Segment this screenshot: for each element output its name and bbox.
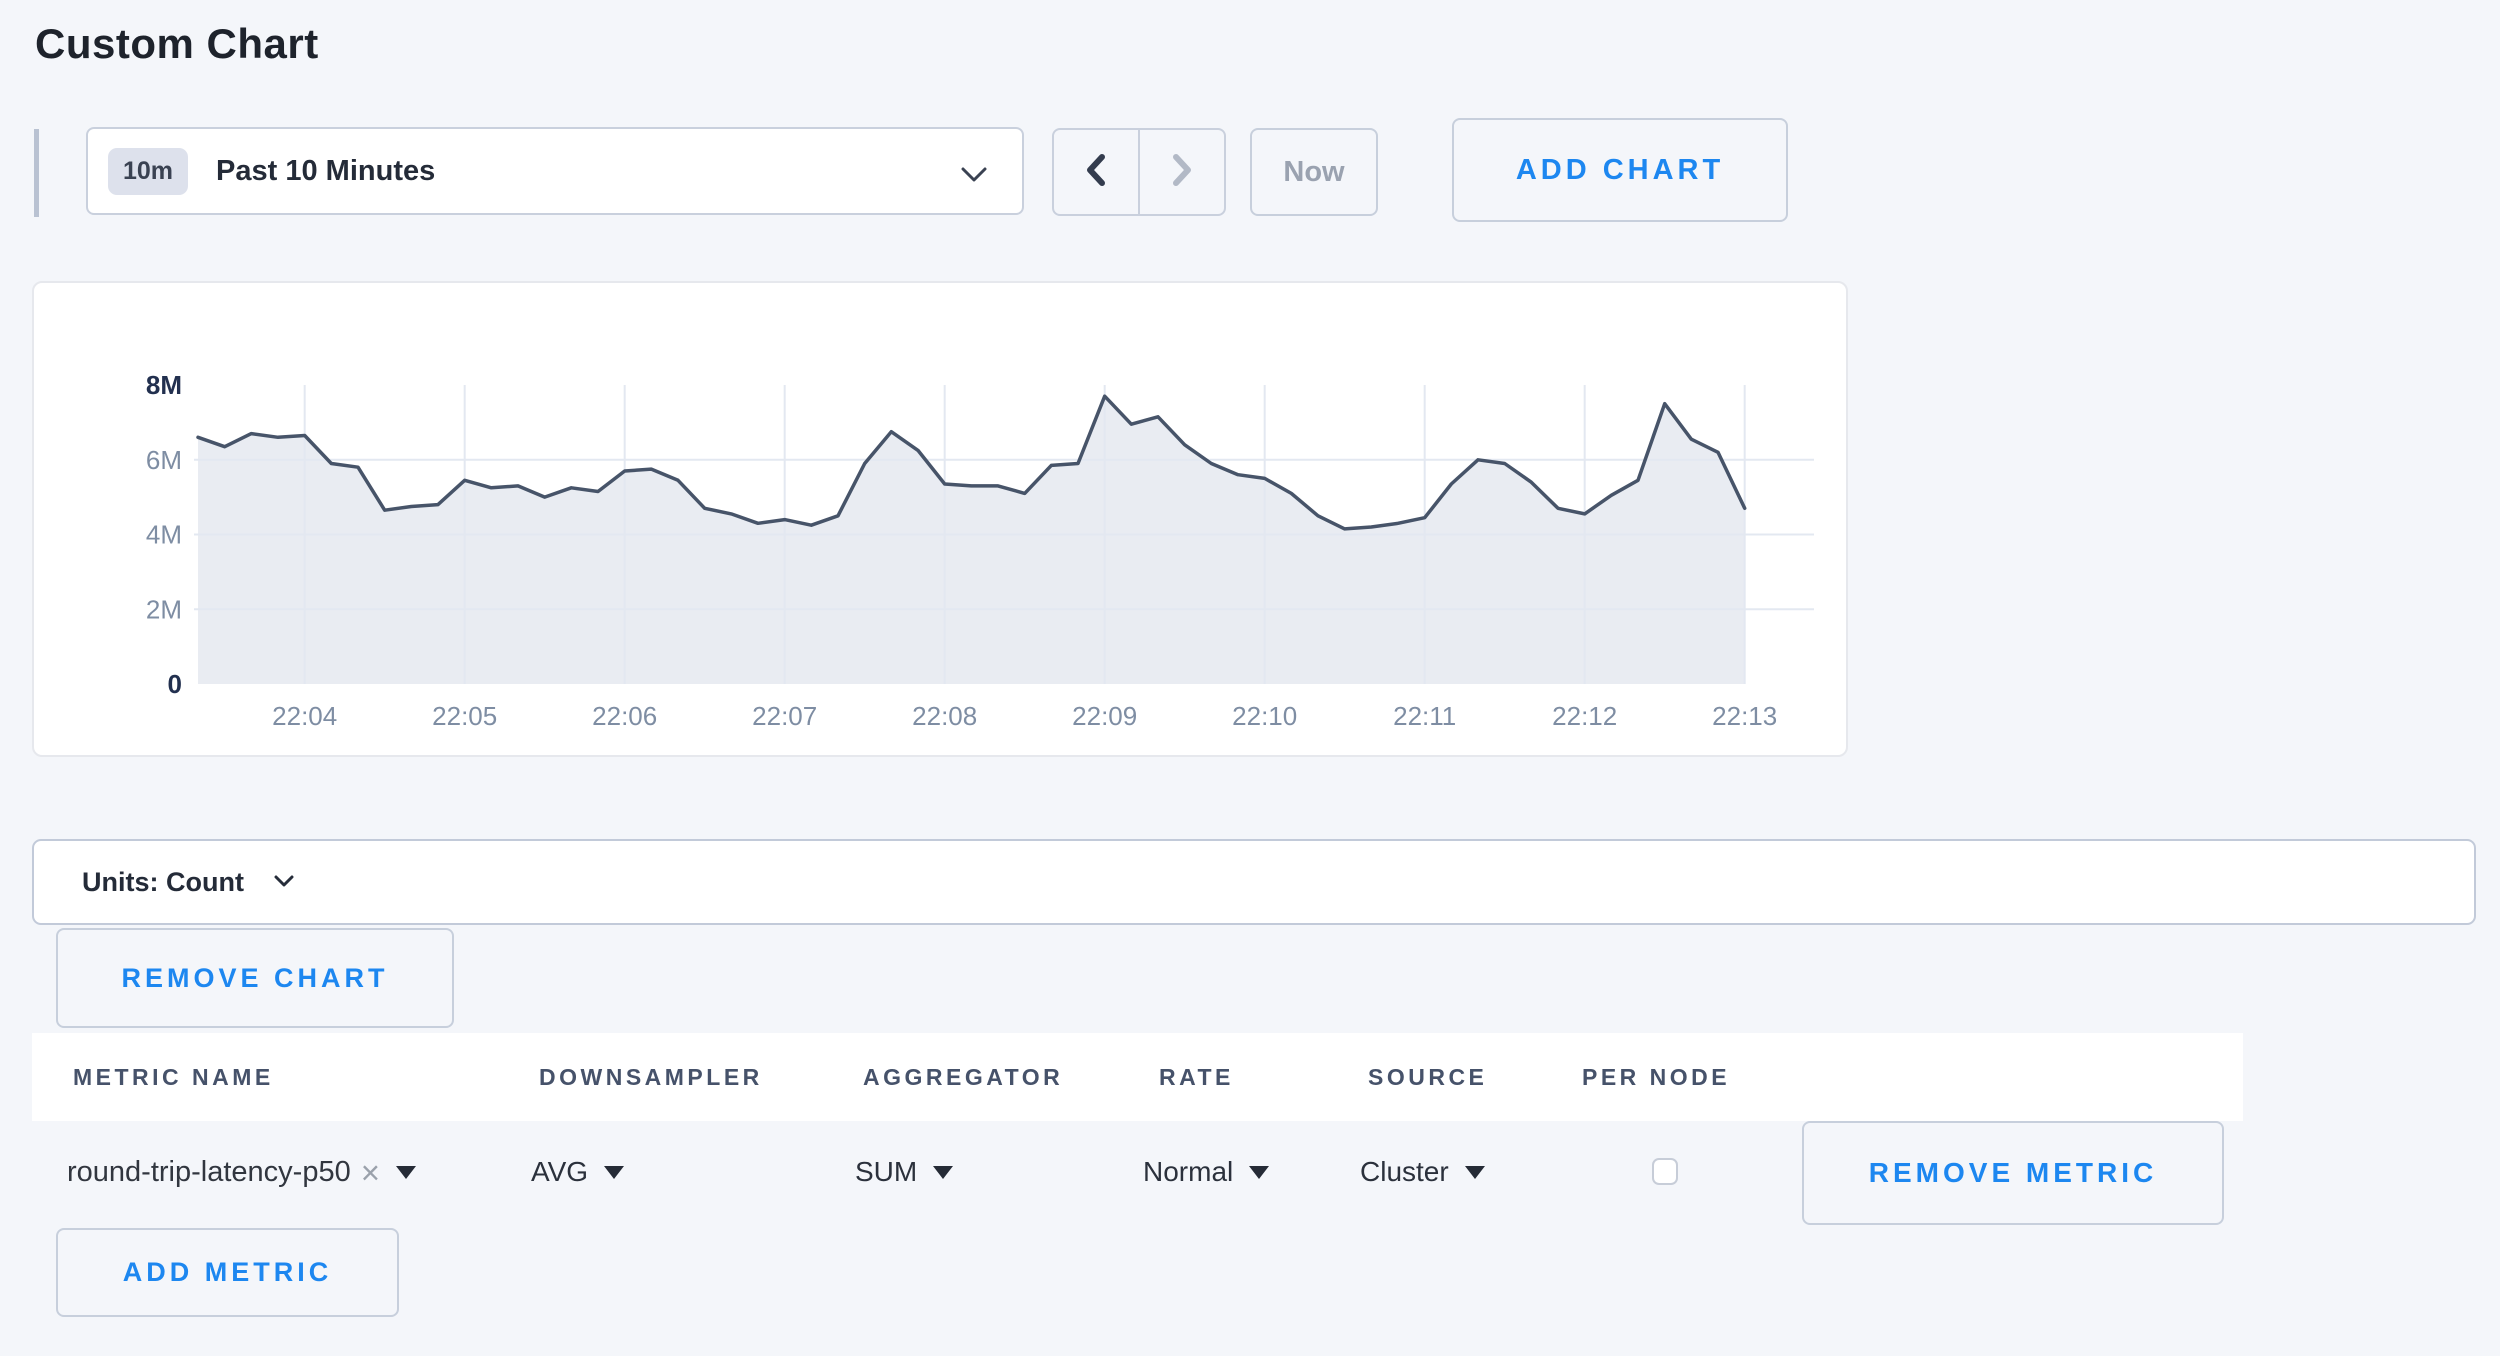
per-node-checkbox[interactable] [1652, 1158, 1678, 1185]
svg-text:6M: 6M [146, 445, 182, 475]
downsampler-dropdown[interactable]: AVG [531, 1152, 624, 1192]
metrics-table-header: METRIC NAME DOWNSAMPLER AGGREGATOR RATE … [32, 1033, 2243, 1121]
svg-text:22:12: 22:12 [1552, 701, 1617, 731]
now-button[interactable]: Now [1250, 128, 1378, 216]
col-header-metric-name: METRIC NAME [73, 1064, 274, 1091]
svg-text:22:09: 22:09 [1072, 701, 1137, 731]
svg-text:22:06: 22:06 [592, 701, 657, 731]
caret-down-icon [1249, 1166, 1269, 1179]
svg-text:0: 0 [168, 669, 182, 699]
chevron-down-icon [960, 167, 988, 188]
aggregator-value: SUM [855, 1156, 917, 1188]
chevron-right-icon [1169, 152, 1195, 193]
caret-down-icon [604, 1166, 624, 1179]
col-header-rate: RATE [1159, 1064, 1234, 1091]
rate-value: Normal [1143, 1156, 1233, 1188]
step-forward-button[interactable] [1140, 130, 1224, 214]
units-dropdown[interactable]: Units: Count [32, 839, 2476, 925]
aggregator-dropdown[interactable]: SUM [855, 1152, 953, 1192]
svg-text:2M: 2M [146, 594, 182, 624]
units-label: Units: Count [82, 867, 244, 898]
svg-text:22:05: 22:05 [432, 701, 497, 731]
caret-down-icon [1465, 1166, 1485, 1179]
svg-text:22:07: 22:07 [752, 701, 817, 731]
metric-name-dropdown[interactable]: round-trip-latency-p50 × [67, 1152, 416, 1192]
rate-dropdown[interactable]: Normal [1143, 1152, 1269, 1192]
custom-chart-page: Custom Chart 10m Past 10 Minutes Now ADD… [0, 0, 2500, 1356]
col-header-source: SOURCE [1368, 1064, 1487, 1091]
chart-card: 22:04 22:05 22:06 22:07 22:08 22:09 22:10 22:11… [32, 281, 1848, 757]
svg-text:22:11: 22:11 [1393, 701, 1456, 731]
col-header-downsampler: DOWNSAMPLER [539, 1064, 763, 1091]
time-range-label: Past 10 Minutes [216, 155, 435, 188]
toolbar-accent-divider [34, 129, 39, 217]
time-step-button-group [1052, 128, 1226, 216]
downsampler-value: AVG [531, 1156, 588, 1188]
source-value: Cluster [1360, 1156, 1449, 1188]
chevron-left-icon [1083, 152, 1109, 193]
svg-text:4M: 4M [146, 520, 182, 550]
svg-text:22:13: 22:13 [1712, 701, 1777, 731]
col-header-aggregator: AGGREGATOR [863, 1064, 1063, 1091]
col-header-per-node: PER NODE [1582, 1064, 1730, 1091]
caret-down-icon [396, 1166, 416, 1179]
timeseries-area-chart[interactable]: 22:04 22:05 22:06 22:07 22:08 22:09 22:10 22:11… [34, 283, 1846, 755]
add-metric-button[interactable]: ADD METRIC [56, 1228, 399, 1317]
svg-text:8M: 8M [146, 370, 182, 400]
metric-name-value: round-trip-latency-p50 [67, 1156, 351, 1189]
add-chart-button[interactable]: ADD CHART [1452, 118, 1788, 222]
svg-text:22:04: 22:04 [272, 701, 337, 731]
remove-chart-button[interactable]: REMOVE CHART [56, 928, 454, 1028]
caret-down-icon [933, 1166, 953, 1179]
remove-metric-button[interactable]: REMOVE METRIC [1802, 1121, 2224, 1225]
page-title: Custom Chart [35, 20, 319, 68]
time-range-badge: 10m [108, 148, 188, 195]
chevron-down-icon [274, 875, 294, 893]
source-dropdown[interactable]: Cluster [1360, 1152, 1485, 1192]
svg-text:22:08: 22:08 [912, 701, 977, 731]
step-back-button[interactable] [1054, 130, 1140, 214]
time-range-dropdown[interactable]: 10m Past 10 Minutes [86, 127, 1024, 215]
svg-text:22:10: 22:10 [1232, 701, 1297, 731]
close-icon[interactable]: × [361, 1156, 380, 1189]
